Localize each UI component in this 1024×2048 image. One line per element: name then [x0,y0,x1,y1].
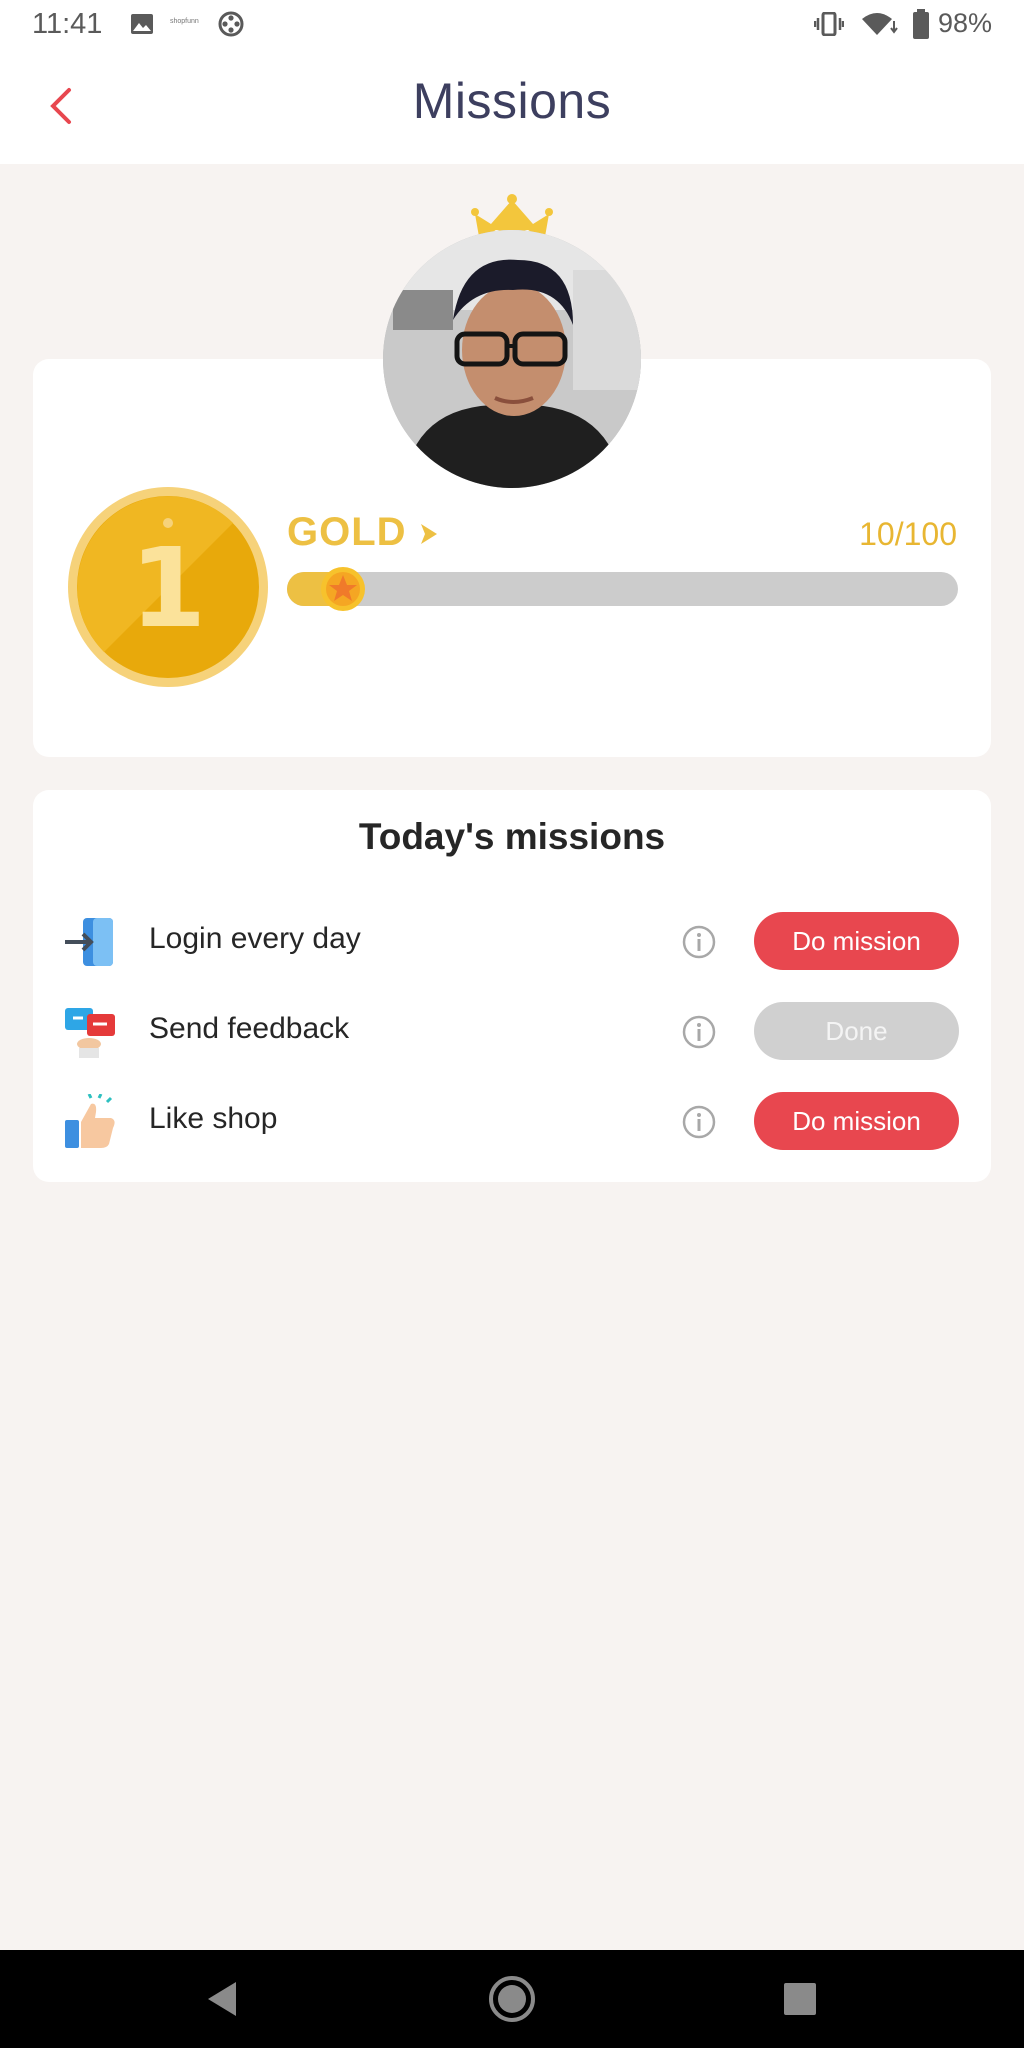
avatar-photo [383,230,641,488]
mission-label: Like shop [149,1102,278,1135]
back-triangle-icon[interactable] [198,1974,248,2024]
info-icon[interactable] [681,1104,717,1140]
status-time: 11:41 [32,8,103,40]
battery-icon [912,9,930,44]
do-mission-button[interactable]: Do mission [754,912,959,970]
info-icon[interactable] [681,924,717,960]
recents-square-icon[interactable] [775,1974,825,2024]
feedback-icon [65,1008,115,1058]
mission-row: Login every day Do mission [33,912,991,972]
app-screen: 11:41 shopfunn 98% Missions 1 GOLD 10/10… [0,0,1024,2048]
rank-label: GOLD [287,510,407,554]
coin-number: 1 [130,524,207,652]
rank-progress-bar [287,567,958,611]
done-button[interactable]: Done [754,1002,959,1060]
user-avatar[interactable] [383,230,641,488]
login-icon [65,918,113,966]
missions-card: Today's missions Login every day Do miss… [33,790,991,1182]
mission-label: Send feedback [149,1012,350,1045]
gold-coin-icon: 1 [68,487,268,687]
system-nav-bar [0,1950,1024,2048]
rank-row[interactable]: GOLD 10/100 [287,508,957,566]
rank-progress-text: 10/100 [859,516,957,552]
wifi-icon [860,11,898,42]
info-icon[interactable] [681,1014,717,1050]
mission-label: Login every day [149,922,361,955]
status-bar: 11:41 shopfunn 98% [0,0,1024,48]
home-circle-icon[interactable] [487,1974,537,2024]
page-title: Missions [412,73,612,129]
chevron-right-icon [421,524,437,544]
film-reel-icon [218,11,244,42]
app-logo-icon: shopfunn [170,18,199,25]
do-mission-button[interactable]: Do mission [754,1092,959,1150]
image-icon [130,13,154,40]
missions-title: Today's missions [358,816,666,857]
vibrate-icon [813,11,845,41]
mission-row: Send feedback Done [33,1002,991,1062]
mission-row: Like shop Do mission [33,1092,991,1152]
battery-percent: 98% [937,8,992,38]
like-icon [65,1094,115,1148]
app-bar: Missions [0,48,1024,164]
star-knob-icon [321,567,365,611]
